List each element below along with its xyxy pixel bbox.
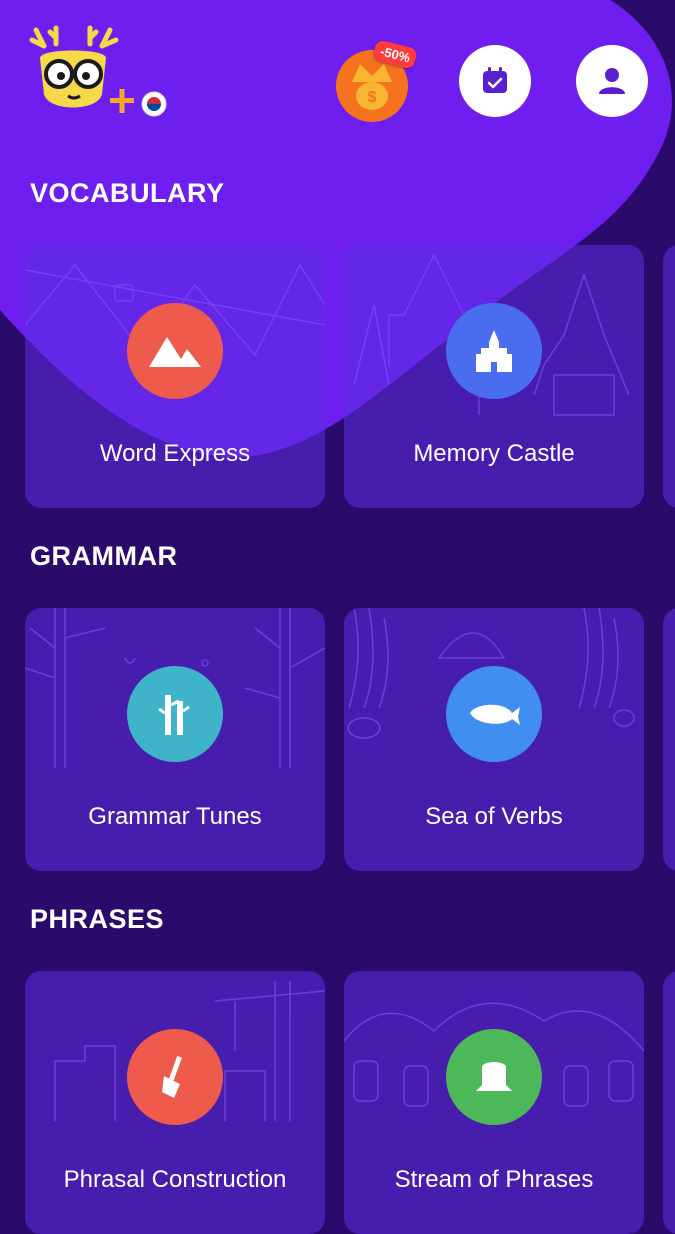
card-label-phrasal-construction: Phrasal Construction	[63, 1166, 287, 1193]
card-label-grammar-tunes: Grammar Tunes	[88, 803, 262, 830]
app-logo[interactable]	[26, 24, 176, 124]
card-next-grammar[interactable]	[663, 608, 675, 871]
card-label-stream-of-phrases: Stream of Phrases	[394, 1166, 594, 1193]
calendar-button[interactable]	[459, 45, 531, 117]
castle-icon	[446, 303, 542, 399]
svg-text:$: $	[368, 89, 377, 106]
card-next-phrases[interactable]	[663, 971, 675, 1234]
card-word-express[interactable]: Word Express	[25, 245, 325, 508]
card-next-vocabulary[interactable]	[663, 245, 675, 508]
section-title-grammar: GRAMMAR	[30, 541, 178, 571]
top-bar: $ -50%	[0, 0, 675, 170]
profile-button[interactable]	[576, 45, 648, 117]
stump-icon	[446, 1029, 542, 1125]
shovel-icon	[127, 1029, 223, 1125]
card-label-sea-of-verbs: Sea of Verbs	[425, 803, 563, 830]
card-grammar-tunes[interactable]: Grammar Tunes	[25, 608, 325, 871]
card-memory-castle[interactable]: Memory Castle	[344, 245, 644, 508]
calendar-check-icon	[483, 67, 507, 93]
section-title-phrases: PHRASES	[30, 904, 165, 934]
card-stream-of-phrases[interactable]: Stream of Phrases	[344, 971, 644, 1234]
section-title-vocabulary: VOCABULARY	[30, 178, 225, 208]
card-label-memory-castle: Memory Castle	[413, 440, 575, 467]
card-sea-of-verbs[interactable]: Sea of Verbs	[344, 608, 644, 871]
whale-icon	[446, 666, 542, 762]
mountains-icon	[127, 303, 223, 399]
promo-crown-button[interactable]: $ -50%	[334, 39, 420, 124]
trees-icon	[127, 666, 223, 762]
card-phrasal-construction[interactable]: Phrasal Construction	[25, 971, 325, 1234]
card-label-word-express: Word Express	[99, 440, 251, 467]
user-icon	[599, 68, 625, 94]
